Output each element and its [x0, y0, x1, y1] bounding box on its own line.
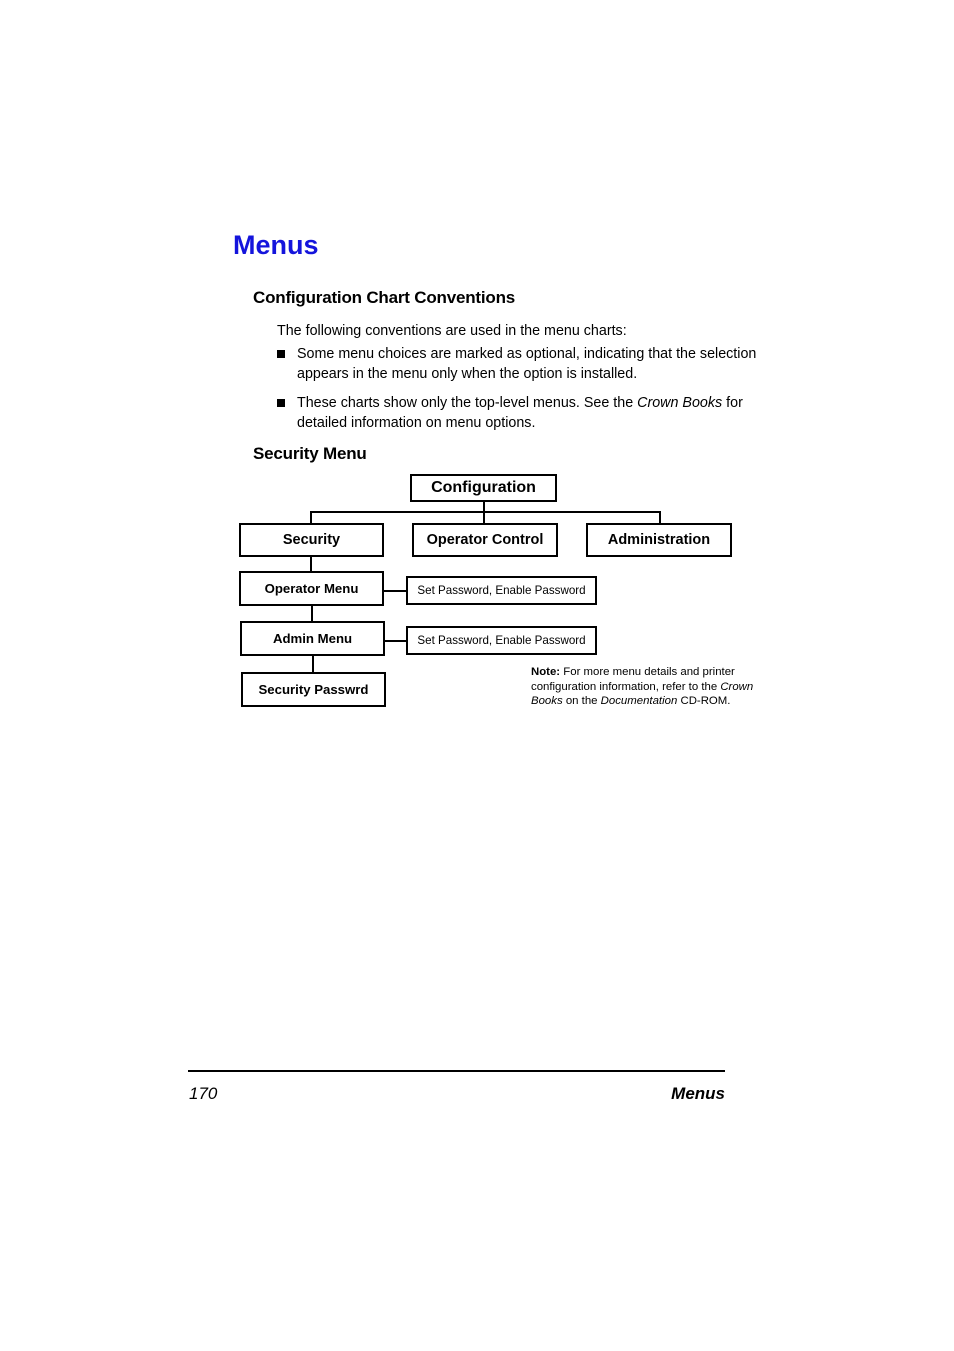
node-label: Set Password, Enable Password	[417, 584, 586, 597]
conventions-bullet-list: Some menu choices are marked as optional…	[277, 344, 769, 441]
connector-admin-menu-to-options	[384, 640, 407, 642]
node-label: Operator Control	[426, 532, 544, 548]
note-part3: CD-ROM.	[677, 695, 731, 708]
node-security-passwrd[interactable]: Security Passwrd	[241, 672, 386, 707]
list-item-text-prefix: These charts show only the top-level men…	[297, 394, 638, 411]
connector-admin-menu-to-security-passwrd	[312, 655, 314, 673]
list-item-text-italic: Crown Books	[637, 394, 723, 411]
connector-security-to-operator-menu	[310, 556, 312, 572]
list-item: These charts show only the top-level men…	[277, 393, 769, 434]
node-label: Operator Menu	[264, 581, 359, 596]
node-label: Set Password, Enable Password	[417, 634, 586, 647]
note-part2: on the	[562, 695, 601, 708]
list-item-text-prefix: Some menu choices are marked as optional…	[297, 346, 757, 383]
node-admin-menu[interactable]: Admin Menu	[240, 621, 385, 656]
node-configuration[interactable]: Configuration	[410, 474, 557, 502]
page-title: Menus	[233, 230, 319, 260]
security-menu-heading: Security Menu	[253, 444, 367, 463]
document-page: Menus Configuration Chart Conventions Th…	[0, 0, 954, 1351]
node-security[interactable]: Security	[239, 523, 384, 557]
node-operator-menu[interactable]: Operator Menu	[239, 571, 384, 606]
node-admin-menu-options[interactable]: Set Password, Enable Password	[406, 626, 597, 655]
footer-divider	[188, 1070, 725, 1072]
node-operator-control[interactable]: Operator Control	[412, 523, 558, 557]
footer-page-number: 170	[189, 1084, 218, 1103]
node-label: Configuration	[431, 479, 536, 496]
security-menu-flowchart: Configuration Security Operator Control …	[0, 0, 954, 1351]
connector-configuration-stem	[483, 501, 485, 513]
conventions-intro: The following conventions are used in th…	[277, 323, 627, 339]
note-block: Note: For more menu details and printer …	[531, 665, 781, 709]
node-label: Security	[282, 532, 341, 548]
note-label: Note:	[531, 666, 561, 678]
node-label: Administration	[607, 532, 711, 548]
conventions-heading: Configuration Chart Conventions	[253, 288, 516, 307]
list-item: Some menu choices are marked as optional…	[277, 344, 769, 385]
node-label: Admin Menu	[272, 631, 353, 646]
node-operator-menu-options[interactable]: Set Password, Enable Password	[406, 576, 597, 605]
note-italic-documentation: Documentation	[600, 695, 678, 708]
square-bullet-icon	[277, 398, 285, 407]
connector-operator-menu-to-admin-menu	[311, 605, 313, 622]
connector-horizontal-bus	[310, 511, 661, 513]
node-label: Security Passwrd	[258, 682, 369, 697]
square-bullet-icon	[277, 350, 285, 358]
connector-operator-menu-to-options	[383, 590, 407, 592]
footer-section-label: Menus	[671, 1084, 725, 1103]
node-administration[interactable]: Administration	[586, 523, 732, 557]
note-part1: For more menu details and printer config…	[531, 666, 735, 693]
